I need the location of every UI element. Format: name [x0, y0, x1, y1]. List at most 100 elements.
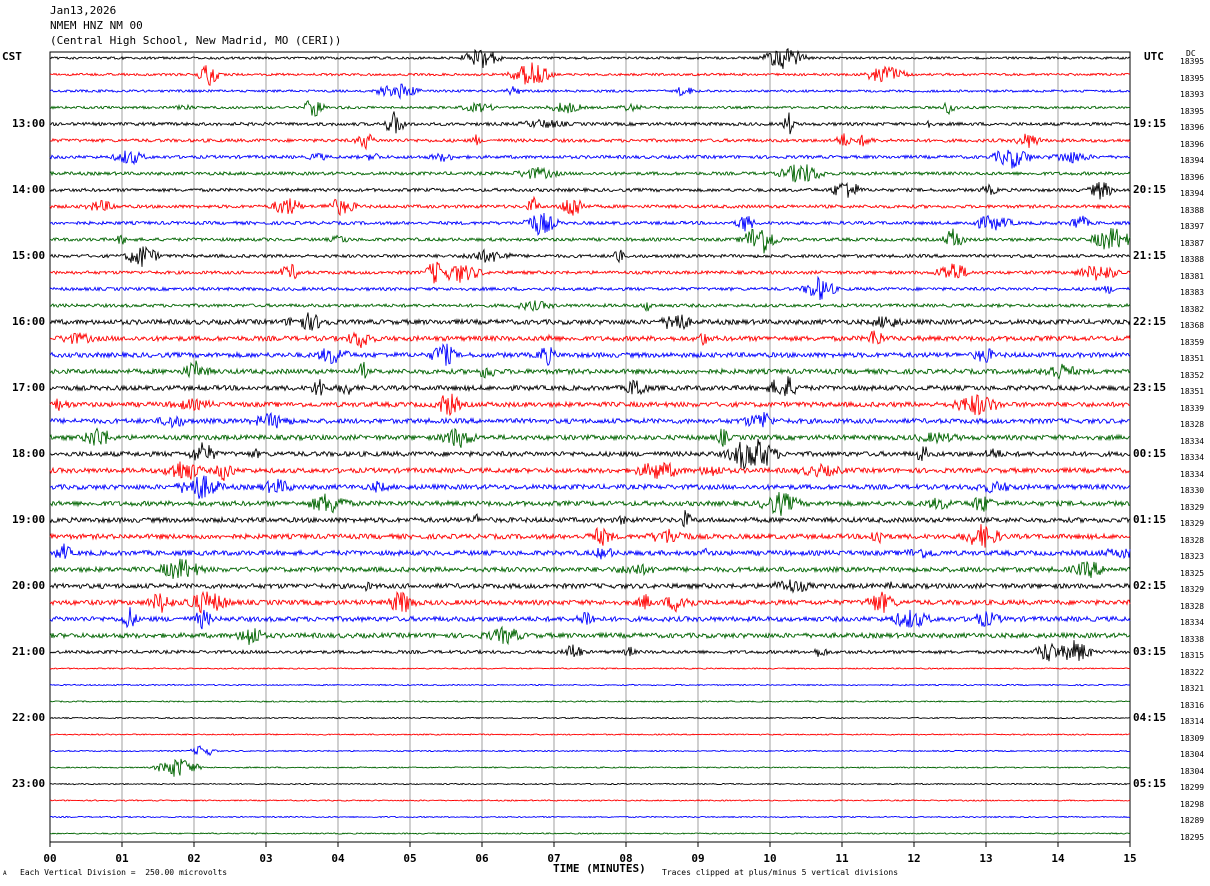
x-tick-label: 11: [835, 852, 849, 865]
x-axis-title: TIME (MINUTES): [553, 862, 646, 875]
cst-hour-label: 20:00: [12, 579, 46, 592]
seismic-trace: [49, 510, 1131, 528]
utc-hour-label: 05:15: [1133, 777, 1167, 790]
x-tick-label: 03: [259, 852, 273, 865]
trace-dc-value: 18388: [1180, 255, 1205, 264]
trace-dc-value: 18329: [1180, 519, 1205, 528]
trace-dc-value: 18334: [1180, 436, 1205, 446]
trace-dc-value: 18329: [1180, 585, 1205, 594]
trace-dc-value: 18334: [1180, 453, 1205, 462]
utc-hour-label: 04:15: [1133, 711, 1167, 724]
corner-mark: A: [3, 870, 7, 877]
seismic-trace: [49, 799, 1131, 802]
seismic-trace: [49, 815, 1130, 819]
seismic-trace: [49, 100, 1131, 117]
seismic-trace: [49, 438, 1131, 471]
cst-hour-label: 15:00: [12, 249, 46, 262]
trace-dc-value: 18387: [1180, 238, 1205, 248]
trace-dc-value: 18334: [1180, 469, 1205, 479]
seismic-trace: [49, 275, 1131, 301]
trace-dc-value: 18309: [1180, 733, 1205, 743]
seismic-trace: [50, 475, 1131, 499]
seismic-trace: [49, 461, 1131, 481]
trace-dc-value: 18325: [1180, 568, 1205, 578]
x-tick-label: 13: [979, 852, 993, 865]
trace-dc-value: 18383: [1180, 288, 1205, 297]
trace-dc-value: 18395: [1180, 73, 1205, 83]
seismic-trace: [49, 832, 1131, 835]
utc-hour-label: 03:15: [1133, 645, 1167, 658]
utc-hour-label: 01:15: [1133, 513, 1167, 526]
x-tick-label: 05: [403, 852, 417, 865]
seismic-trace: [49, 492, 1131, 516]
cst-hour-label: 21:00: [12, 645, 46, 658]
trace-dc-value: 18351: [1180, 354, 1205, 363]
utc-hour-label: 21:15: [1133, 249, 1167, 262]
seismic-trace: [49, 607, 1131, 630]
x-tick-label: 12: [907, 852, 921, 865]
trace-dc-value: 18396: [1180, 172, 1205, 182]
x-tick-label: 01: [115, 852, 129, 865]
seismic-trace: [50, 212, 1131, 236]
seismic-trace: [49, 195, 1131, 217]
x-tick-label: 06: [475, 852, 489, 865]
seismic-trace: [49, 758, 1131, 777]
seismic-trace: [49, 543, 1131, 560]
seismic-trace: [49, 360, 1131, 380]
trace-dc-value: 18381: [1180, 271, 1205, 281]
trace-dc-value: 18395: [1180, 106, 1205, 116]
trace-dc-value: 18304: [1180, 766, 1205, 776]
seismic-trace: [49, 83, 1131, 100]
cst-hour-label: 16:00: [12, 315, 46, 328]
x-tick-label: 02: [187, 852, 201, 865]
x-tick-label: 04: [331, 852, 345, 865]
cst-hour-label: 14:00: [12, 183, 46, 196]
trace-dc-value: 18322: [1180, 667, 1205, 677]
utc-hour-label: 23:15: [1133, 381, 1167, 394]
seismic-trace: [49, 640, 1131, 662]
seismic-trace: [49, 782, 1130, 786]
seismic-trace: [49, 149, 1131, 169]
utc-hour-label: 02:15: [1133, 579, 1167, 592]
seismic-trace: [49, 683, 1131, 687]
scale-note: Each Vertical Division = 250.00 microvol…: [20, 868, 228, 877]
seismic-trace: [49, 700, 1131, 703]
cst-hour-label: 23:00: [12, 777, 46, 790]
x-tick-label: 14: [1051, 852, 1065, 865]
trace-dc-value: 18298: [1180, 799, 1205, 809]
trace-dc-value: 18352: [1180, 370, 1205, 380]
seismic-trace: [49, 312, 1131, 331]
utc-hour-label: 00:15: [1133, 447, 1167, 460]
trace-dc-value: 18394: [1180, 189, 1205, 198]
grid-layer: [49, 51, 1131, 847]
cst-hour-label: 13:00: [12, 117, 46, 130]
trace-dc-value: 18338: [1180, 634, 1205, 644]
trace-dc-value: 18330: [1180, 486, 1205, 495]
seismic-trace: [49, 590, 1131, 614]
trace-dc-value: 18329: [1180, 502, 1205, 512]
seismic-trace: [49, 300, 1131, 312]
trace-dc-value: 18299: [1180, 783, 1205, 792]
seismic-trace: [49, 228, 1131, 254]
x-tick-label: 10: [763, 852, 777, 865]
seismic-trace: [49, 111, 1131, 135]
trace-dc-value: 18397: [1180, 222, 1205, 231]
seismic-trace: [49, 625, 1131, 646]
trace-dc-value: 18295: [1180, 832, 1205, 842]
seismic-trace: [49, 245, 1131, 267]
seismic-trace: [49, 733, 1131, 736]
trace-dc-value: 18321: [1180, 684, 1205, 693]
utc-hour-label: 19:15: [1133, 117, 1167, 130]
seismic-trace: [49, 427, 1131, 448]
seismic-trace: [49, 376, 1131, 397]
plot-frame: [49, 51, 1131, 843]
seismic-trace: [49, 330, 1131, 349]
trace-dc-value: 18396: [1180, 139, 1205, 149]
utc-hour-label: 22:15: [1133, 315, 1167, 328]
x-tick-label: 15: [1123, 852, 1137, 865]
trace-dc-value: 18323: [1180, 552, 1205, 561]
seismic-trace: [49, 579, 1131, 594]
seismic-trace: [49, 745, 1130, 757]
trace-dc-value: 18339: [1180, 403, 1205, 413]
trace-dc-value: 18304: [1180, 750, 1205, 759]
